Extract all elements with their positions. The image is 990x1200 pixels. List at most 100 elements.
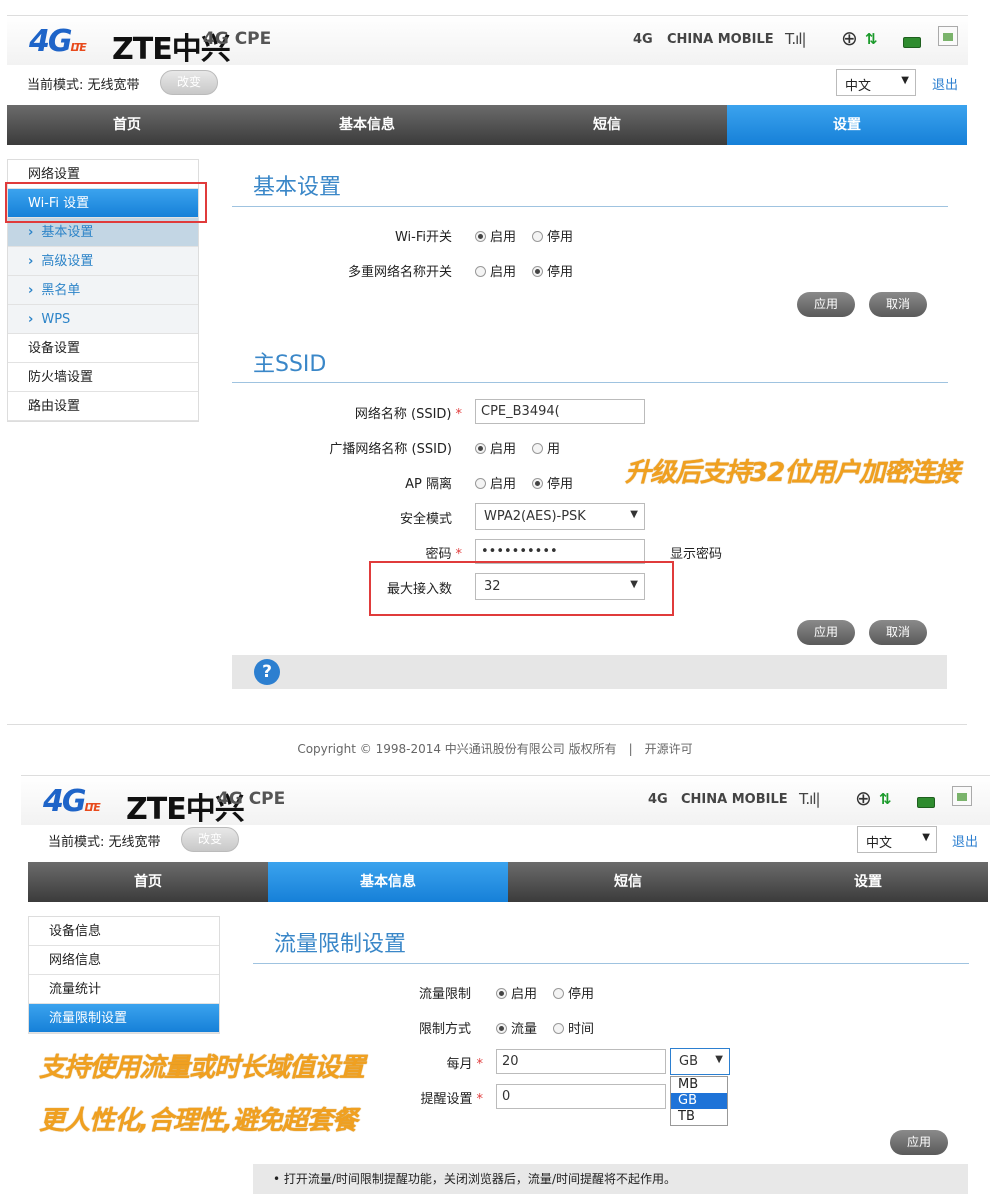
- method-traffic-radio[interactable]: 流量: [496, 1018, 537, 1037]
- header-bar: 4GLTE ZTE中兴 4G CPE 4G CHINA MOBILE T.ıl|…: [21, 775, 990, 827]
- network-type: 4G: [648, 792, 668, 807]
- highlight-wifi-box: [5, 182, 207, 223]
- ap-enable-radio[interactable]: 启用: [475, 473, 516, 492]
- chevron-down-icon: ▼: [901, 75, 909, 86]
- ap-disable-radio[interactable]: 停用: [532, 473, 573, 492]
- security-mode-label: 安全模式: [399, 512, 452, 527]
- remind-input[interactable]: 0: [496, 1084, 666, 1109]
- sidebar-item-traffic-limit[interactable]: 流量限制设置: [29, 1004, 219, 1033]
- image-placeholder-icon: [938, 26, 958, 46]
- main-nav: 首页 基本信息 短信 设置: [7, 105, 967, 145]
- chevron-right-icon: ›: [28, 225, 34, 240]
- chevron-down-icon: ▼: [922, 832, 930, 843]
- network-type: 4G: [633, 32, 653, 47]
- apply-button[interactable]: 应用: [797, 620, 855, 645]
- ap-isolation-label: AP 隔离: [405, 477, 452, 492]
- note-bar: • 打开流量/时间限制提醒功能，关闭浏览器后，流量/时间提醒将不起作用。: [253, 1164, 968, 1194]
- password-label: 密码 *: [425, 547, 462, 562]
- current-mode: 当前模式: 无线宽带: [27, 78, 140, 93]
- data-arrows-icon: ⇅: [865, 30, 878, 48]
- divider: [253, 963, 969, 964]
- wifi-disable-radio[interactable]: 停用: [532, 226, 573, 245]
- chevron-down-icon: ▼: [715, 1054, 723, 1065]
- product-name: 4G CPE: [217, 789, 286, 809]
- cancel-button[interactable]: 取消: [869, 620, 927, 645]
- logout-link[interactable]: 退出: [932, 74, 958, 93]
- annotation-text: 升级后支持32位用户加密连接: [625, 458, 960, 488]
- wifi-enable-radio[interactable]: 启用: [475, 226, 516, 245]
- change-mode-button[interactable]: 改变: [160, 70, 218, 95]
- header-bar: 4GLTE ZTE中兴 4G CPE 4G CHINA MOBILE T.ıl|…: [7, 15, 968, 67]
- tab-settings[interactable]: 设置: [727, 105, 967, 145]
- logo-4g: 4GLTE: [29, 24, 87, 59]
- ssid-input[interactable]: CPE_B3494(: [475, 399, 645, 424]
- copyright: Copyright © 1998-2014 中兴通讯股份有限公司 版权所有 | …: [297, 742, 693, 756]
- product-name: 4G CPE: [203, 29, 272, 49]
- sidebar-item-device-info[interactable]: 设备信息: [29, 917, 219, 946]
- sidebar-item-firewall[interactable]: 防火墙设置: [8, 363, 198, 392]
- multi-ssid-enable-radio[interactable]: 启用: [475, 261, 516, 280]
- ssid-label: 网络名称 (SSID) *: [354, 407, 462, 422]
- chevron-right-icon: ›: [28, 254, 34, 269]
- tab-sms[interactable]: 短信: [508, 862, 748, 902]
- sidebar-item-advanced[interactable]: › 高级设置: [8, 247, 198, 276]
- unit-option-gb[interactable]: GB: [671, 1093, 727, 1109]
- tab-settings[interactable]: 设置: [748, 862, 988, 902]
- unit-option-mb[interactable]: MB: [671, 1077, 727, 1093]
- multi-ssid-label: 多重网络名称开关: [347, 265, 452, 280]
- broadcast-ssid-label: 广播网络名称 (SSID): [329, 442, 452, 457]
- section-title-basic: 基本设置: [253, 175, 342, 200]
- method-time-radio[interactable]: 时间: [553, 1018, 594, 1037]
- sidebar-item-wps[interactable]: › WPS: [8, 305, 198, 334]
- multi-ssid-disable-radio[interactable]: 停用: [532, 261, 573, 280]
- tab-sms[interactable]: 短信: [487, 105, 727, 145]
- tab-basic-info[interactable]: 基本信息: [268, 862, 508, 902]
- language-select[interactable]: 中文 ▼: [857, 826, 937, 853]
- unit-option-tb[interactable]: TB: [671, 1109, 727, 1125]
- monthly-input[interactable]: 20: [496, 1049, 666, 1074]
- chevron-down-icon: ▼: [630, 509, 638, 520]
- carrier-name: CHINA MOBILE: [667, 32, 774, 47]
- battery-icon: [917, 797, 935, 808]
- security-mode-select[interactable]: WPA2(AES)-PSK ▼: [475, 503, 645, 530]
- tab-basic-info[interactable]: 基本信息: [247, 105, 487, 145]
- chevron-right-icon: ›: [28, 283, 34, 298]
- tab-home[interactable]: 首页: [28, 862, 268, 902]
- limit-method-label: 限制方式: [418, 1022, 471, 1037]
- tab-home[interactable]: 首页: [7, 105, 247, 145]
- globe-icon: ⊕: [855, 786, 872, 810]
- sidebar-item-traffic-stats[interactable]: 流量统计: [29, 975, 219, 1004]
- limit-disable-radio[interactable]: 停用: [553, 983, 594, 1002]
- broadcast-disable-radio[interactable]: 用: [532, 438, 560, 457]
- battery-icon: [903, 37, 921, 48]
- help-icon[interactable]: ?: [254, 659, 280, 685]
- globe-icon: ⊕: [841, 26, 858, 50]
- apply-button[interactable]: 应用: [797, 292, 855, 317]
- sidebar-item-router[interactable]: 路由设置: [8, 392, 198, 421]
- highlight-max-box: [369, 561, 674, 616]
- traffic-limit-label: 流量限制: [418, 987, 471, 1002]
- apply-button[interactable]: 应用: [890, 1130, 948, 1155]
- signal-bars-icon: T.ıl|: [799, 790, 821, 808]
- change-mode-button[interactable]: 改变: [181, 827, 239, 852]
- sidebar-item-blacklist[interactable]: › 黑名单: [8, 276, 198, 305]
- annotation-text-1: 支持使用流量或时长域值设置: [39, 1053, 365, 1083]
- current-mode: 当前模式: 无线宽带: [48, 835, 161, 850]
- unit-select[interactable]: GB ▼: [670, 1048, 730, 1075]
- sidebar-item-network-info[interactable]: 网络信息: [29, 946, 219, 975]
- carrier-name: CHINA MOBILE: [681, 792, 788, 807]
- section-title-ssid: 主SSID: [253, 352, 327, 377]
- show-password-toggle[interactable]: 显示密码: [670, 543, 722, 562]
- settings-panel: 4GLTE ZTE中兴 4G CPE 4G CHINA MOBILE T.ıl|…: [0, 0, 990, 770]
- language-select[interactable]: 中文 ▼: [836, 69, 916, 96]
- unit-dropdown-list: MB GB TB: [670, 1076, 728, 1126]
- data-arrows-icon: ⇅: [879, 790, 892, 808]
- logo-4g: 4GLTE: [43, 784, 101, 819]
- sidebar-item-device[interactable]: 设备设置: [8, 334, 198, 363]
- cancel-button[interactable]: 取消: [869, 292, 927, 317]
- logout-link[interactable]: 退出: [952, 831, 978, 850]
- annotation-text-2: 更人性化,合理性,避免超套餐: [39, 1106, 358, 1136]
- broadcast-enable-radio[interactable]: 启用: [475, 438, 516, 457]
- limit-enable-radio[interactable]: 启用: [496, 983, 537, 1002]
- image-placeholder-icon: [952, 786, 972, 806]
